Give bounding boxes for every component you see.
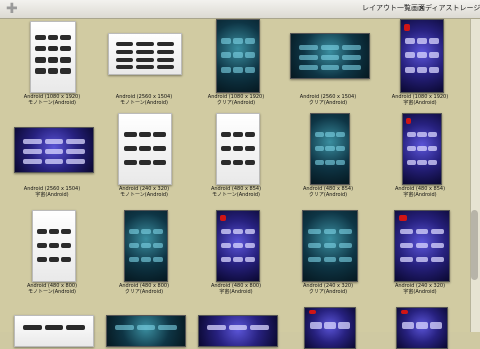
app-icon (404, 24, 411, 31)
layout-thumbnail[interactable] (402, 113, 442, 185)
layout-caption-theme: 宇宙(Android) (403, 100, 437, 106)
layout-card[interactable]: Android (480 x 854) クリア(Android) (282, 111, 374, 206)
layout-card[interactable] (190, 305, 282, 347)
layout-thumbnail[interactable] (198, 315, 278, 347)
layout-thumbnail[interactable] (302, 210, 358, 282)
layout-caption: Android (1080 x 1920) 宇宙(Android) (374, 94, 466, 106)
layout-caption: Android (2560 x 1504) クリア(Android) (282, 94, 374, 106)
layout-thumbnail[interactable] (118, 113, 172, 185)
layout-card[interactable]: Android (480 x 854) 宇宙(Android) (374, 111, 466, 206)
layout-card[interactable]: Android (240 x 320) 宇宙(Android) (374, 208, 466, 303)
scrollbar-thumb[interactable] (471, 210, 478, 280)
app-icon (399, 215, 407, 222)
layout-caption: Android (480 x 854) モノトーン(Android) (190, 186, 282, 198)
layout-caption-theme: クリア(Android) (124, 289, 164, 295)
layout-thumbnail[interactable] (396, 307, 448, 349)
layout-caption-theme: モノトーン(Android) (120, 192, 168, 198)
scrollbar-track[interactable] (470, 19, 480, 332)
layout-caption: Android (1080 x 1920) クリア(Android) (190, 94, 282, 106)
layout-card[interactable]: Android (240 x 320) モノトーン(Android) (98, 111, 190, 206)
layout-caption-theme: 宇宙(Android) (35, 192, 69, 198)
layout-caption: Android (240 x 320) 宇宙(Android) (374, 283, 466, 295)
layout-grid: Android (1080 x 1920) モノトーン(Android) And… (0, 19, 470, 349)
layout-thumbnail[interactable] (216, 19, 260, 93)
layout-caption-theme: クリア(Android) (308, 100, 348, 106)
menu-media-storage[interactable]: メディアストレージ (418, 3, 480, 13)
layout-caption-theme: モノトーン(Android) (120, 100, 168, 106)
layout-caption-theme: モノトーン(Android) (28, 100, 76, 106)
layout-thumbnail[interactable] (290, 33, 370, 79)
app-icon (309, 310, 316, 314)
layout-card[interactable]: Android (2560 x 1504) 宇宙(Android) (6, 111, 98, 206)
toolbar: ✚ レイアウト一覧画面 メディアストレージ (0, 0, 480, 19)
layout-caption: Android (480 x 854) クリア(Android) (282, 186, 374, 198)
layout-thumbnail[interactable] (14, 315, 94, 347)
layout-thumbnail[interactable] (30, 21, 76, 93)
layout-caption: Android (2560 x 1504) モノトーン(Android) (98, 94, 190, 106)
layout-caption-theme: 宇宙(Android) (403, 192, 437, 198)
layout-caption-theme: モノトーン(Android) (28, 289, 76, 295)
layout-card[interactable]: Android (480 x 800) 宇宙(Android) (190, 208, 282, 303)
layout-card[interactable]: Android (2560 x 1504) クリア(Android) (282, 19, 374, 109)
layout-caption: Android (480 x 800) モノトーン(Android) (6, 283, 98, 295)
layout-card[interactable] (98, 305, 190, 347)
app-icon (401, 310, 408, 314)
layout-thumbnail[interactable] (124, 210, 168, 282)
layout-caption-theme: 宇宙(Android) (219, 289, 253, 295)
app-icon (406, 118, 412, 125)
layout-thumbnail[interactable] (394, 210, 450, 282)
layout-thumbnail[interactable] (310, 113, 350, 185)
layout-caption-theme: クリア(Android) (216, 100, 256, 106)
layout-thumbnail[interactable] (108, 33, 182, 75)
app-icon (220, 215, 227, 222)
layout-thumbnail[interactable] (216, 210, 260, 282)
layout-card[interactable] (374, 305, 466, 349)
layout-caption: Android (480 x 800) 宇宙(Android) (190, 283, 282, 295)
layout-card[interactable] (6, 305, 98, 347)
layout-caption-theme: クリア(Android) (308, 192, 348, 198)
layout-card[interactable] (282, 305, 374, 349)
layout-card[interactable]: Android (480 x 800) モノトーン(Android) (6, 208, 98, 303)
layout-caption: Android (240 x 320) クリア(Android) (282, 283, 374, 295)
layout-card[interactable]: Android (240 x 320) クリア(Android) (282, 208, 374, 303)
layout-caption: Android (2560 x 1504) 宇宙(Android) (6, 186, 98, 198)
layout-thumbnail[interactable] (14, 127, 94, 173)
layout-card[interactable]: Android (480 x 800) クリア(Android) (98, 208, 190, 303)
layout-caption-theme: モノトーン(Android) (212, 192, 260, 198)
layout-thumbnail[interactable] (32, 210, 76, 282)
layout-caption-theme: 宇宙(Android) (403, 289, 437, 295)
layout-thumbnail[interactable] (304, 307, 356, 349)
layout-card[interactable]: Android (1080 x 1920) クリア(Android) (190, 19, 282, 109)
menu-layout-list[interactable]: レイアウト一覧画面 (362, 3, 425, 13)
plus-icon[interactable]: ✚ (6, 2, 20, 16)
layout-card[interactable]: Android (480 x 854) モノトーン(Android) (190, 111, 282, 206)
layout-card[interactable]: Android (1080 x 1920) モノトーン(Android) (6, 19, 98, 109)
layout-card[interactable]: Android (2560 x 1504) モノトーン(Android) (98, 19, 190, 109)
layout-thumbnail[interactable] (400, 19, 444, 93)
layout-thumbnail[interactable] (216, 113, 260, 185)
layout-card[interactable]: Android (1080 x 1920) 宇宙(Android) (374, 19, 466, 109)
layout-caption: Android (240 x 320) モノトーン(Android) (98, 186, 190, 198)
layout-thumbnail[interactable] (106, 315, 186, 347)
layout-caption: Android (480 x 854) 宇宙(Android) (374, 186, 466, 198)
layout-caption-theme: クリア(Android) (308, 289, 348, 295)
layout-caption: Android (480 x 800) クリア(Android) (98, 283, 190, 295)
layout-caption: Android (1080 x 1920) モノトーン(Android) (6, 94, 98, 106)
